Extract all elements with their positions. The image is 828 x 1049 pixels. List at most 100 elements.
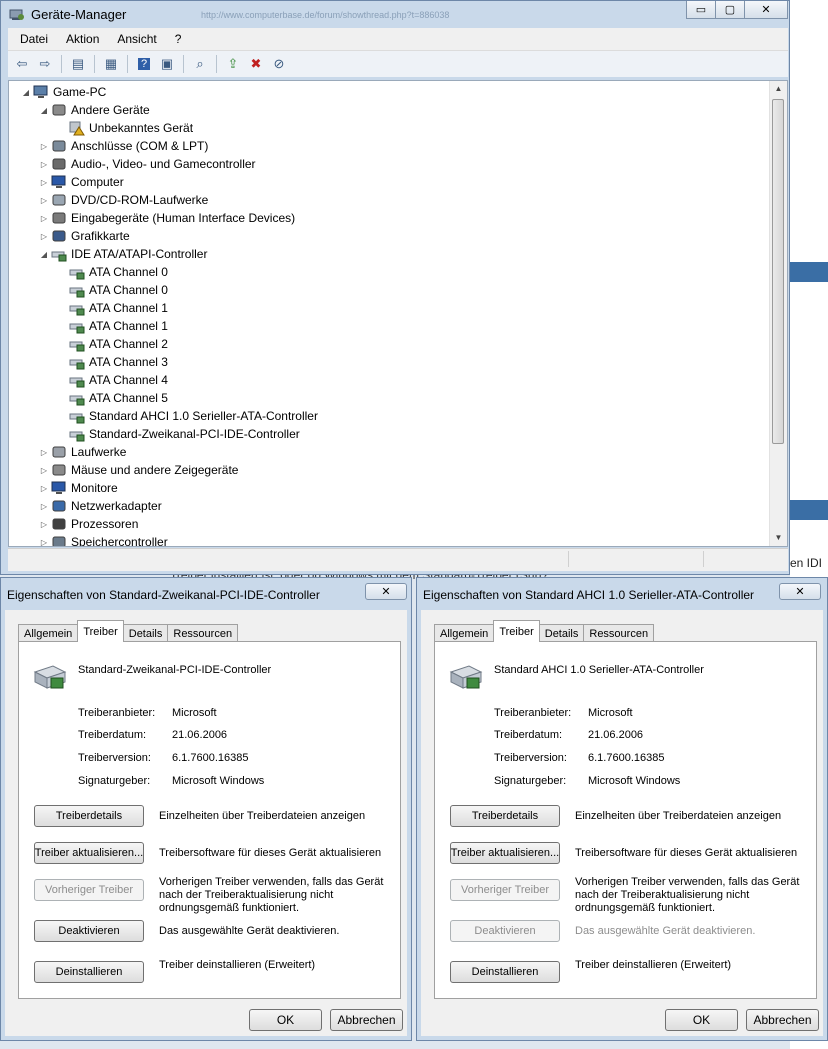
tree-item[interactable]: ◢ Andere Geräte [39, 101, 150, 119]
tree-item[interactable]: Standard-Zweikanal-PCI-IDE-Controller [57, 425, 300, 443]
expand-icon[interactable]: ▷ [39, 196, 49, 205]
tree-item[interactable]: ATA Channel 3 [57, 353, 168, 371]
menu-datei[interactable]: Datei [8, 32, 54, 46]
status-cell [568, 551, 569, 567]
tab-ressourcen[interactable]: Ressourcen [583, 624, 655, 642]
close-button[interactable]: ✕ [744, 1, 788, 19]
device-tree[interactable]: ◢ Game-PC ◢ Andere Geräte Unbekanntes Gerät ▷… [8, 80, 788, 547]
tree-item[interactable]: ▷ Computer [39, 173, 124, 191]
dialog-close-button[interactable]: ✕ [779, 583, 821, 600]
expand-icon[interactable]: ▷ [39, 214, 49, 223]
tree-item[interactable]: ▷ Anschlüsse (COM & LPT) [39, 137, 208, 155]
tree-item[interactable]: ▷ Monitore [39, 479, 118, 497]
update-driver-button[interactable]: Treiber aktualisieren... [34, 842, 144, 864]
uninstall-button[interactable]: Deinstallieren [34, 961, 144, 983]
tree-item[interactable]: ATA Channel 5 [57, 389, 168, 407]
scroll-down-icon[interactable]: ▼ [770, 530, 787, 546]
tree-item[interactable]: ATA Channel 1 [57, 299, 168, 317]
tree-item[interactable]: ATA Channel 1 [57, 317, 168, 335]
disable-icon[interactable]: ⊘ [269, 54, 289, 74]
tab-treiber[interactable]: Treiber [493, 620, 540, 642]
processor-icon [52, 518, 66, 530]
tree-item-label: ATA Channel 0 [89, 265, 168, 279]
disable-device-button[interactable]: Deaktivieren [34, 920, 144, 942]
expand-icon[interactable]: ▷ [39, 142, 49, 151]
tab-details[interactable]: Details [122, 624, 169, 642]
show-hide-console-tree-icon[interactable]: ▤ [68, 54, 88, 74]
cancel-button[interactable]: Abbrechen [330, 1009, 403, 1031]
tree-item[interactable]: ◢ Game-PC [21, 83, 106, 101]
tree-item[interactable]: ▷ DVD/CD-ROM-Laufwerke [39, 191, 208, 209]
tree-item[interactable]: ▷ Netzwerkadapter [39, 497, 162, 515]
maximize-button[interactable]: ▢ [715, 1, 745, 19]
vertical-scrollbar[interactable]: ▲ ▼ [769, 81, 787, 546]
forward-icon[interactable]: ⇨ [35, 54, 55, 74]
ide-controller-icon [69, 413, 85, 424]
uninstall-button[interactable]: Deinstallieren [450, 961, 560, 983]
tree-item[interactable]: ◢ IDE ATA/ATAPI-Controller [39, 245, 207, 263]
properties-icon[interactable]: ▦ [101, 54, 121, 74]
expand-icon[interactable]: ▷ [39, 538, 49, 547]
rollback-driver-button[interactable]: Vorheriger Treiber [450, 879, 560, 901]
tree-item-label: Mäuse und andere Zeigegeräte [71, 463, 239, 477]
collapse-icon[interactable]: ◢ [39, 250, 49, 259]
tree-item[interactable]: ▷ Grafikkarte [39, 227, 130, 245]
collapse-icon[interactable]: ◢ [21, 88, 31, 97]
expand-icon[interactable]: ▷ [39, 448, 49, 457]
expand-icon[interactable]: ▷ [39, 160, 49, 169]
tree-item[interactable]: ▷ Eingabegeräte (Human Interface Devices) [39, 209, 295, 227]
tree-item[interactable]: ▷ Audio-, Video- und Gamecontroller [39, 155, 256, 173]
scan-hardware-icon[interactable]: ⌕ [190, 54, 210, 74]
ok-button[interactable]: OK [665, 1009, 738, 1031]
tab-allgemein[interactable]: Allgemein [18, 624, 79, 642]
ok-button[interactable]: OK [249, 1009, 322, 1031]
scroll-up-icon[interactable]: ▲ [770, 81, 787, 97]
title-bar: Geräte-Manager [9, 5, 126, 23]
menu-aktion[interactable]: Aktion [54, 32, 105, 46]
tree-item[interactable]: Standard AHCI 1.0 Serieller-ATA-Controll… [57, 407, 318, 425]
back-icon[interactable]: ⇦ [12, 54, 32, 74]
driver-details-button[interactable]: Treiberdetails [34, 805, 144, 827]
view-icon[interactable]: ▣ [157, 54, 177, 74]
tree-item[interactable]: ATA Channel 0 [57, 281, 168, 299]
scroll-thumb[interactable] [772, 99, 784, 444]
minimize-button[interactable]: ▭ [686, 1, 716, 19]
expand-icon[interactable]: ▷ [39, 232, 49, 241]
expand-icon[interactable]: ▷ [39, 520, 49, 529]
menu-help[interactable]: ? [163, 32, 188, 46]
storage-controller-icon [52, 536, 66, 546]
driver-details-button[interactable]: Treiberdetails [450, 805, 560, 827]
update-driver-button[interactable]: Treiber aktualisieren... [450, 842, 560, 864]
update-driver-icon[interactable]: ⇪ [223, 54, 243, 74]
tree-item[interactable]: ▷ Speichercontroller [39, 533, 168, 547]
tree-item-label: Netzwerkadapter [71, 499, 162, 513]
expand-icon[interactable]: ▷ [39, 502, 49, 511]
uninstall-icon[interactable]: ✖ [246, 54, 266, 74]
menu-ansicht[interactable]: Ansicht [105, 32, 162, 46]
collapse-icon[interactable]: ◢ [39, 106, 49, 115]
tab-details[interactable]: Details [538, 624, 585, 642]
tree-item[interactable]: ▷ Mäuse und andere Zeigegeräte [39, 461, 239, 479]
toolbar-separator [94, 55, 95, 73]
help-icon[interactable]: ? [134, 54, 154, 74]
tree-item[interactable]: ▷ Prozessoren [39, 515, 138, 533]
tree-item[interactable]: ▷ Laufwerke [39, 443, 126, 461]
info-value: Microsoft Windows [172, 775, 265, 787]
tree-item[interactable]: ATA Channel 4 [57, 371, 168, 389]
tree-item-label: ATA Channel 4 [89, 373, 168, 387]
tree-item[interactable]: ATA Channel 0 [57, 263, 168, 281]
expand-icon[interactable]: ▷ [39, 178, 49, 187]
tab-treiber[interactable]: Treiber [77, 620, 124, 642]
cancel-button[interactable]: Abbrechen [746, 1009, 819, 1031]
tab-allgemein[interactable]: Allgemein [434, 624, 495, 642]
rollback-driver-button[interactable]: Vorheriger Treiber [34, 879, 144, 901]
tab-ressourcen[interactable]: Ressourcen [167, 624, 239, 642]
tree-item[interactable]: ATA Channel 2 [57, 335, 168, 353]
device-name: Standard AHCI 1.0 Serieller-ATA-Controll… [494, 664, 704, 676]
tree-item[interactable]: Unbekanntes Gerät [57, 119, 193, 137]
dialog-close-button[interactable]: ✕ [365, 583, 407, 600]
expand-icon[interactable]: ▷ [39, 466, 49, 475]
status-bar [8, 548, 788, 571]
disable-device-button[interactable]: Deaktivieren [450, 920, 560, 942]
expand-icon[interactable]: ▷ [39, 484, 49, 493]
